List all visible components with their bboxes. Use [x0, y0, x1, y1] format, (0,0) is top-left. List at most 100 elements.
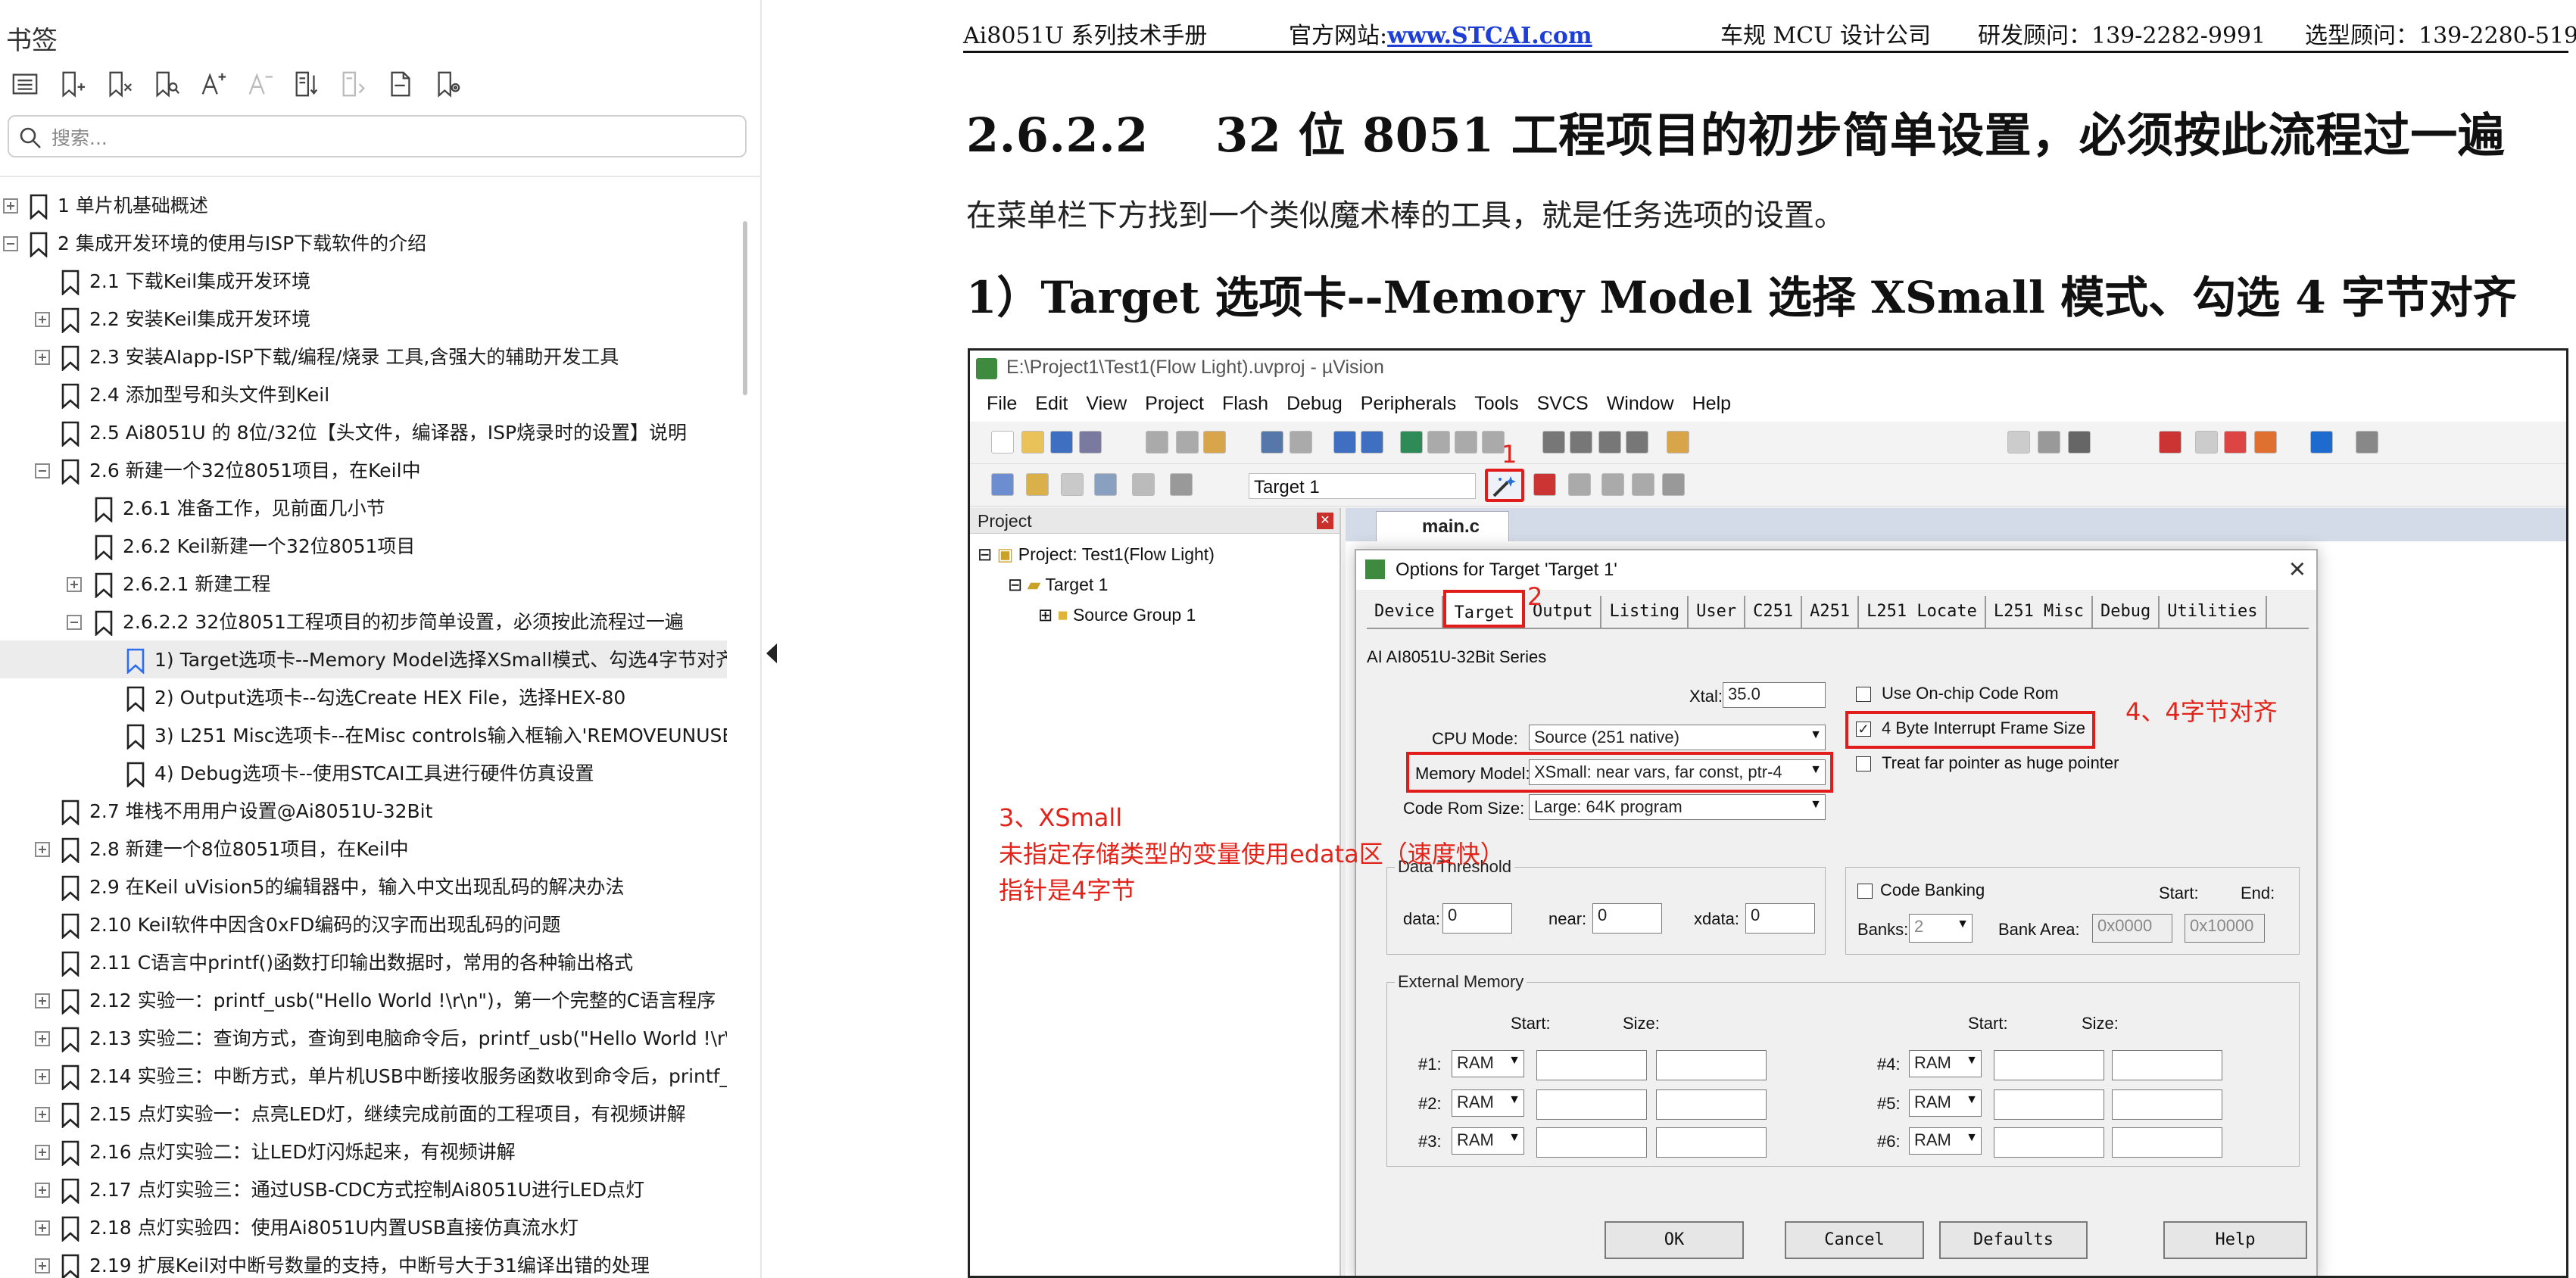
bookmark-item[interactable]: 2.13 实验二：查询方式，查询到电脑命令后，printf_usb("Hello…	[0, 1019, 727, 1057]
bookmark-item[interactable]: 2.2 安装Keil集成开发环境	[0, 300, 727, 338]
banks-select[interactable]: 2	[1909, 914, 1973, 943]
tab-utilities[interactable]: Utilities	[2160, 596, 2267, 628]
build-toolbar-icon[interactable]	[1533, 473, 1556, 496]
bookmark-item[interactable]: 2.12 实验一：printf_usb("Hello World !\r\n")…	[0, 981, 727, 1019]
bookmark-item[interactable]: 1) Target选项卡--Memory Model选择XSmall模式、勾选4…	[0, 641, 727, 678]
bookmark-item[interactable]: 2.8 新建一个8位8051项目，在Keil中	[0, 830, 727, 868]
tab-debug[interactable]: Debug	[2093, 596, 2160, 628]
bookmark-item[interactable]: 2.14 实验三：中断方式，单片机USB中断接收服务函数收到命令后，printf…	[0, 1057, 727, 1095]
menu-item[interactable]: Edit	[1026, 387, 1077, 422]
tree-node-target[interactable]: ⊟ ▰ Target 1	[1008, 575, 1108, 595]
target-select[interactable]: Target 1	[1249, 473, 1476, 499]
expand-icon[interactable]	[35, 842, 50, 857]
close-icon[interactable]: ✕	[1317, 513, 1333, 529]
toolbar-icon[interactable]	[2007, 431, 2030, 454]
ext-size-input[interactable]	[2112, 1089, 2222, 1120]
bookmark-item[interactable]: 2.5 Ai8051U 的 8位/32位【头文件，编译器，ISP烧录时的设置】说…	[0, 413, 727, 451]
menu-item[interactable]: Debug	[1277, 387, 1352, 422]
near-input[interactable]: 0	[1592, 903, 1662, 934]
expand-icon[interactable]	[35, 1220, 50, 1236]
help-button[interactable]: Help	[2163, 1221, 2307, 1259]
ext-start-input[interactable]	[1536, 1089, 1647, 1120]
bookmark-item[interactable]: 3) L251 Misc选项卡--在Misc controls输入框输入'REM…	[0, 716, 727, 754]
expand-icon[interactable]	[336, 67, 371, 101]
bookmark-search[interactable]	[8, 115, 747, 157]
toolbar-icon[interactable]	[1570, 431, 1592, 454]
data-input[interactable]: 0	[1442, 903, 1512, 934]
expand-icon[interactable]	[67, 577, 82, 592]
expand-icon[interactable]	[35, 1069, 50, 1084]
bookmark-item[interactable]: 2.9 在Keil uVision5的编辑器中，输入中文出现乱码的解决办法	[0, 868, 727, 906]
toolbar-icon[interactable]	[1626, 431, 1648, 454]
use-onchip-checkbox[interactable]	[1856, 687, 1871, 702]
toolbar-icon[interactable]	[1261, 431, 1283, 454]
bookmark-item[interactable]: 2 集成开发环境的使用与ISP下载软件的介绍	[0, 224, 727, 262]
treat-far-checkbox[interactable]	[1856, 756, 1871, 771]
expand-icon[interactable]	[35, 1183, 50, 1198]
tab-listing[interactable]: Listing	[1601, 596, 1689, 628]
toolbar-icon[interactable]	[1542, 431, 1565, 454]
build-toolbar-icon[interactable]	[1170, 473, 1193, 496]
toolbar-icon[interactable]	[1146, 431, 1168, 454]
menu-item[interactable]: Project	[1136, 387, 1213, 422]
bookmark-item[interactable]: 2.6.2.1 新建工程	[0, 565, 727, 603]
toolbar-icon[interactable]	[2356, 431, 2378, 454]
tab-c251[interactable]: C251	[1745, 596, 1803, 628]
toolbar-icon[interactable]	[1427, 431, 1450, 454]
tab-device[interactable]: Device	[1367, 596, 1444, 628]
ext-type-select[interactable]: RAM	[1452, 1089, 1524, 1117]
bookmark-item[interactable]: 2.15 点灯实验一：点亮LED灯，继续完成前面的工程项目，有视频讲解	[0, 1095, 727, 1133]
build-toolbar-icon[interactable]	[1094, 473, 1117, 496]
bank-start-input[interactable]: 0x0000	[2092, 914, 2172, 943]
build-toolbar-icon[interactable]	[991, 473, 1014, 496]
cancel-button[interactable]: Cancel	[1785, 1221, 1924, 1259]
sort-icon[interactable]	[289, 67, 324, 101]
toolbar-icon[interactable]	[1598, 431, 1621, 454]
xdata-input[interactable]: 0	[1745, 903, 1815, 934]
expand-icon[interactable]	[35, 1031, 50, 1046]
bookmark-item[interactable]: 2.3 安装AIapp-ISP下载/编程/烧录 工具,含强大的辅助开发工具	[0, 338, 727, 376]
find-bookmark-icon[interactable]	[148, 67, 183, 101]
close-icon[interactable]: ×	[2289, 553, 2306, 586]
toolbar-icon[interactable]	[1400, 431, 1423, 454]
xtal-input[interactable]: 35.0	[1723, 682, 1826, 708]
tab-l251-misc[interactable]: L251 Misc	[1986, 596, 2094, 628]
search-input[interactable]	[51, 123, 733, 153]
build-toolbar-icon[interactable]	[1632, 473, 1654, 496]
toolbar-icon[interactable]	[1050, 431, 1073, 454]
menu-item[interactable]: Help	[1683, 387, 1740, 422]
bookmark-item[interactable]: 2.6 新建一个32位8051项目，在Keil中	[0, 451, 727, 489]
tree-node-project[interactable]: ⊟ ▣ Project: Test1(Flow Light)	[978, 544, 1215, 565]
delete-bookmark-icon[interactable]	[101, 67, 136, 101]
ext-type-select[interactable]: RAM	[1452, 1127, 1524, 1155]
scrollbar-thumb[interactable]	[743, 221, 747, 395]
tree-node-group[interactable]: ⊞ ■ Source Group 1	[1038, 605, 1196, 625]
collapse-icon[interactable]	[67, 615, 82, 630]
toolbar-icon[interactable]	[2068, 431, 2091, 454]
toolbar-icon[interactable]	[1203, 431, 1226, 454]
ext-type-select[interactable]: RAM	[1452, 1050, 1524, 1077]
bookmark-item[interactable]: 2.6.1 准备工作，见前面几小节	[0, 489, 727, 527]
toolbar-icon[interactable]	[2224, 431, 2247, 454]
menu-item[interactable]: SVCS	[1528, 387, 1598, 422]
menu-item[interactable]: Flash	[1213, 387, 1277, 422]
build-toolbar-icon[interactable]	[1132, 473, 1155, 496]
target-options-button[interactable]	[1485, 469, 1524, 502]
expand-icon[interactable]	[35, 1258, 50, 1273]
bookmark-item[interactable]: 2.4 添加型号和头文件到Keil	[0, 376, 727, 413]
ext-size-input[interactable]	[2112, 1127, 2222, 1158]
menu-item[interactable]: View	[1077, 387, 1136, 422]
expand-icon[interactable]	[3, 198, 18, 214]
toolbar-icon[interactable]	[2159, 431, 2181, 454]
toolbar-icon[interactable]	[1361, 431, 1383, 454]
list-icon[interactable]	[8, 67, 42, 101]
font-smaller-icon[interactable]	[242, 67, 277, 101]
expand-icon[interactable]	[35, 312, 50, 327]
font-larger-icon[interactable]	[195, 67, 230, 101]
bookmark-item[interactable]: 2.1 下载Keil集成开发环境	[0, 262, 727, 300]
toolbar-icon[interactable]	[1455, 431, 1477, 454]
bookmark-item[interactable]: 2.11 C语言中printf()函数打印输出数据时，常用的各种输出格式	[0, 943, 727, 981]
menu-item[interactable]: File	[978, 387, 1026, 422]
ext-start-input[interactable]	[1536, 1050, 1647, 1080]
expand-icon[interactable]	[35, 1145, 50, 1160]
